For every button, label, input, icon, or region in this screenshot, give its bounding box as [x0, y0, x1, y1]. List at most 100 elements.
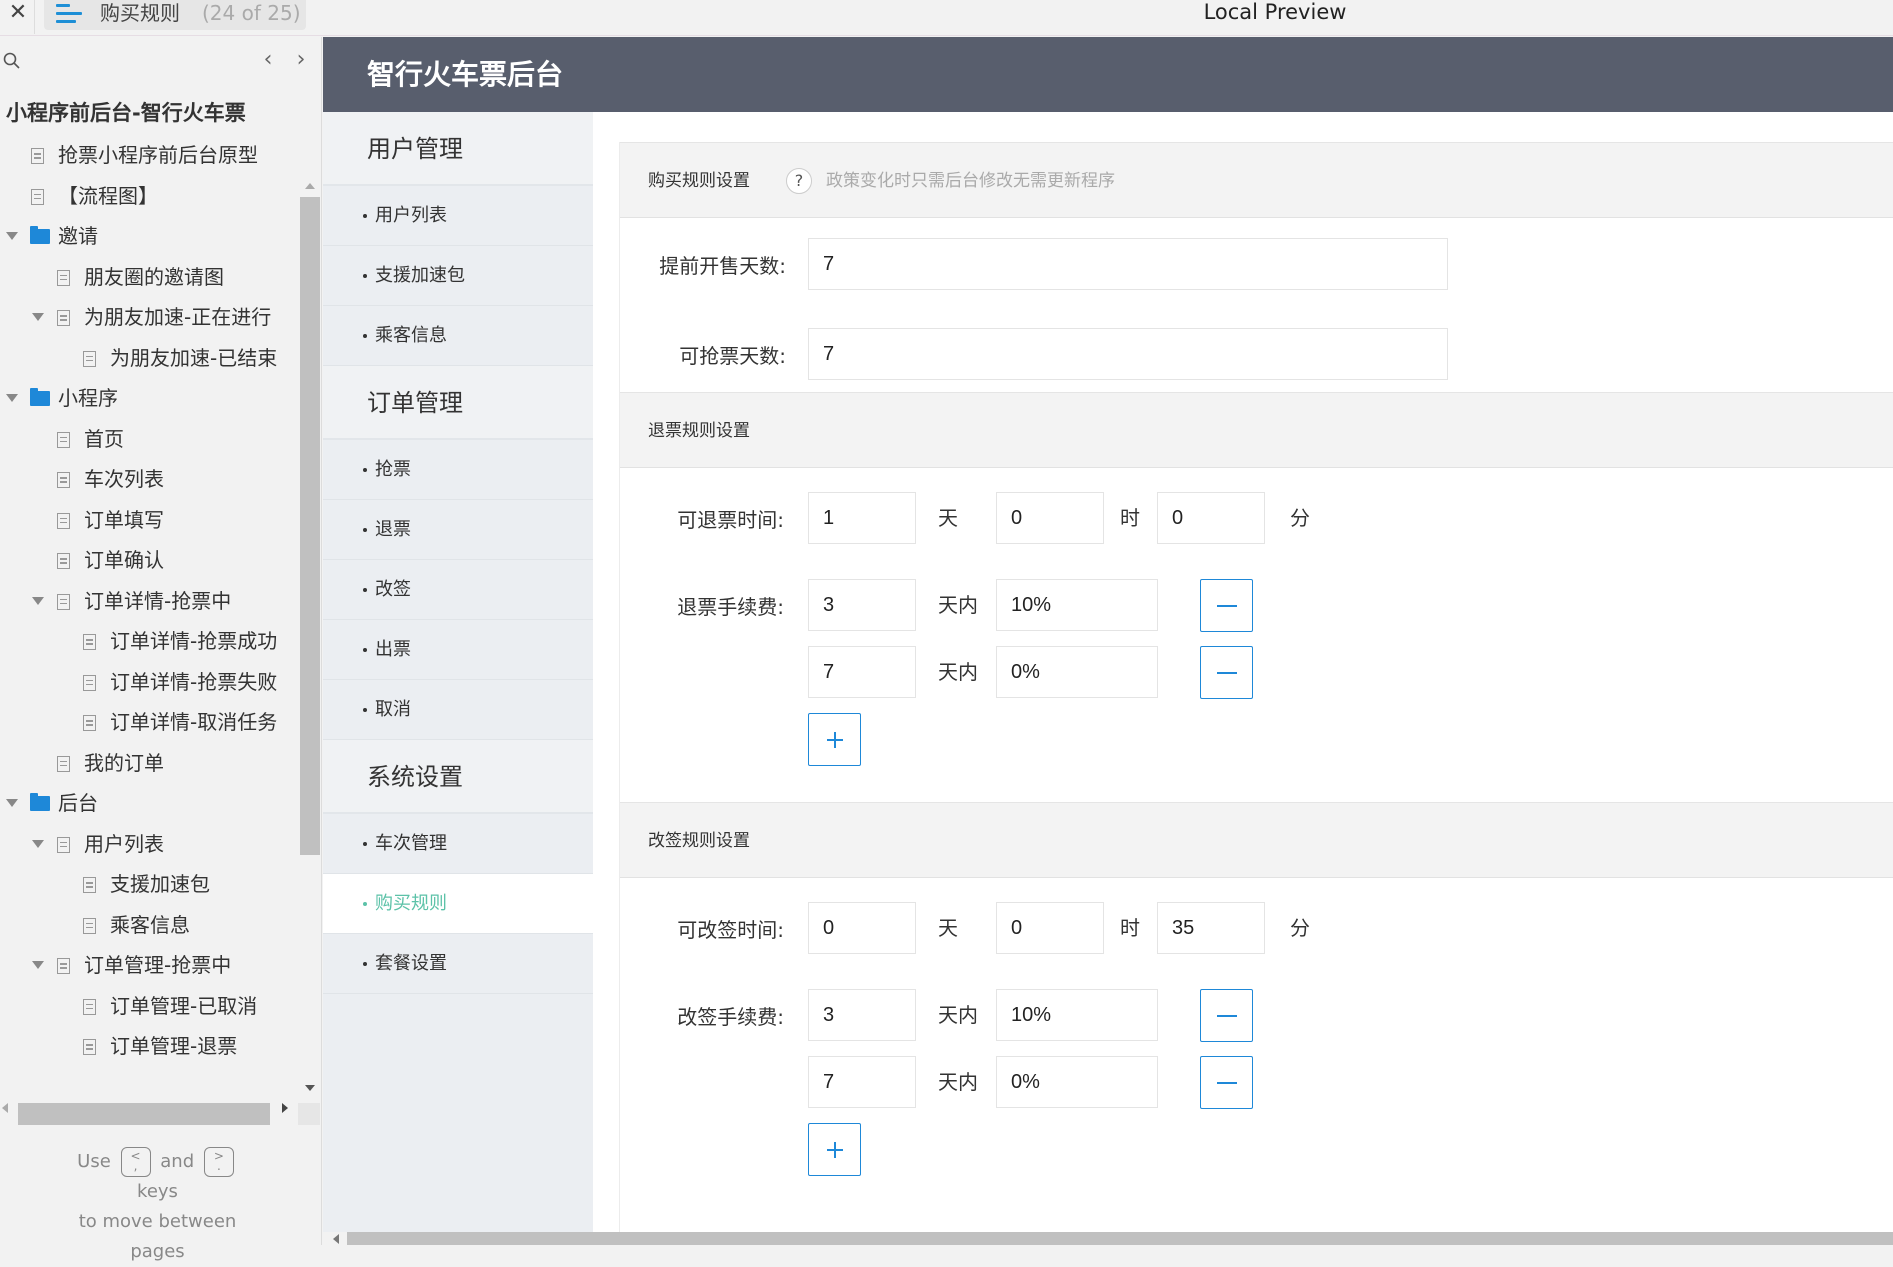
scrollbar-thumb[interactable] [347, 1232, 1893, 1245]
page-icon [57, 836, 70, 853]
tree-item[interactable]: 我的订单 [0, 743, 300, 784]
bullet-icon [363, 962, 367, 966]
refund-fee-percent-input[interactable]: 0% [996, 646, 1158, 698]
caret-down-icon[interactable] [6, 394, 18, 402]
caret-down-icon[interactable] [32, 596, 44, 605]
refund-hours-input[interactable]: 0 [996, 492, 1104, 544]
help-text: 政策变化时只需后台修改无需更新程序 [826, 171, 1115, 191]
change-days-input[interactable]: 0 [808, 902, 916, 954]
bullet-icon [363, 528, 367, 532]
tree-item[interactable]: 支援加速包 [0, 864, 300, 905]
nav-item-label: 退票 [375, 519, 411, 540]
nav-item[interactable]: 出票 [323, 620, 593, 680]
tree-item[interactable]: 用户列表 [0, 824, 300, 865]
tree-item[interactable]: 订单填写 [0, 500, 300, 541]
tree-item[interactable]: 朋友圈的邀请图 [0, 257, 300, 298]
tree-item[interactable]: 后台 [0, 783, 300, 824]
tree-item[interactable]: 订单确认 [0, 540, 300, 581]
tree-item[interactable]: 为朋友加速-已结束 [0, 338, 300, 379]
page-icon [57, 755, 70, 772]
nav-item[interactable]: 套餐设置 [323, 934, 593, 994]
page-icon [83, 1039, 96, 1055]
nav-group-title: 系统设置 [323, 740, 593, 814]
nav-item[interactable]: 取消 [323, 680, 593, 740]
scroll-up-arrow-icon[interactable] [305, 183, 315, 189]
caret-down-icon[interactable] [32, 313, 44, 321]
tree-item[interactable]: 为朋友加速-正在进行 [0, 297, 300, 338]
change-fee-percent-input[interactable]: 0% [996, 1056, 1158, 1108]
caret-down-icon[interactable] [6, 232, 18, 240]
tree-item[interactable]: 抢票小程序前后台原型 [0, 135, 300, 176]
add-fee-rule-button[interactable] [808, 713, 861, 766]
nav-item[interactable]: 车次管理 [323, 814, 593, 874]
refund-days-input[interactable]: 1 [808, 492, 916, 544]
change-fee-days-input[interactable]: 7 [808, 1056, 916, 1108]
remove-fee-rule-button[interactable] [1200, 989, 1253, 1042]
remove-fee-rule-button[interactable] [1200, 646, 1253, 699]
grab-days-input[interactable]: 7 [808, 328, 1448, 380]
change-hours-input[interactable]: 0 [996, 902, 1104, 954]
close-icon[interactable]: ✕ [6, 0, 30, 30]
tree-item[interactable]: 邀请 [0, 216, 300, 257]
help-icon[interactable]: ? [786, 168, 812, 194]
bullet-icon [363, 214, 367, 218]
nav-item-label: 购买规则 [375, 893, 447, 914]
refund-fee-days-input[interactable]: 3 [808, 579, 916, 631]
tree-item[interactable]: 小程序 [0, 378, 300, 419]
page-icon [83, 998, 96, 1015]
scroll-right-arrow-icon[interactable] [282, 1103, 288, 1113]
nav-item[interactable]: 抢票 [323, 440, 593, 500]
page-icon [83, 634, 96, 650]
caret-down-icon[interactable] [6, 799, 18, 807]
tree-item-label: 订单详情-抢票中 [84, 588, 232, 613]
tree-item[interactable]: 订单详情-抢票中 [0, 581, 300, 622]
menu-icon[interactable] [56, 4, 82, 24]
tree-item[interactable]: 订单详情-抢票成功 [0, 621, 300, 662]
nav-item[interactable]: 购买规则 [323, 874, 593, 934]
hour-unit: 时 [1120, 506, 1140, 530]
prev-page-button[interactable]: ‹ [258, 47, 278, 72]
nav-item[interactable]: 退票 [323, 500, 593, 560]
search-icon[interactable] [2, 51, 22, 71]
current-page-tab[interactable]: 购买规则 (24 of 25) [44, 0, 306, 30]
refund-fee-days-input[interactable]: 7 [808, 646, 916, 698]
presale-days-input[interactable]: 7 [808, 238, 1448, 290]
remove-fee-rule-button[interactable] [1200, 579, 1253, 632]
tree-vertical-scrollbar[interactable] [300, 135, 321, 1097]
tree-item-label: 订单详情-抢票成功 [110, 629, 278, 653]
tree-item[interactable]: 乘客信息 [0, 905, 300, 946]
nav-item[interactable]: 改签 [323, 560, 593, 620]
scroll-left-arrow-icon[interactable] [2, 1103, 8, 1113]
tree-item[interactable]: 订单管理-已取消 [0, 986, 300, 1027]
tree-item[interactable]: 订单管理-抢票中 [0, 945, 300, 986]
scroll-down-arrow-icon[interactable] [305, 1085, 315, 1091]
scrollbar-thumb[interactable] [18, 1103, 270, 1125]
tree-item[interactable]: 车次列表 [0, 459, 300, 500]
tree-item-label: 订单确认 [84, 548, 164, 572]
caret-down-icon[interactable] [32, 961, 44, 969]
preview-horizontal-scrollbar[interactable] [323, 1232, 1893, 1245]
remove-fee-rule-button[interactable] [1200, 1056, 1253, 1109]
nav-item[interactable]: 乘客信息 [323, 306, 593, 366]
tree-item[interactable]: 订单管理-退票 [0, 1026, 300, 1067]
tree-horizontal-scrollbar[interactable] [0, 1097, 322, 1125]
change-fee-percent-input[interactable]: 10% [996, 989, 1158, 1041]
refund-fee-percent-input[interactable]: 10% [996, 579, 1158, 631]
caret-down-icon[interactable] [32, 839, 44, 848]
tree-item[interactable]: 【流程图】 [0, 176, 300, 217]
tree-item[interactable]: 订单详情-抢票失败 [0, 662, 300, 703]
change-minutes-input[interactable]: 35 [1157, 902, 1265, 954]
scroll-left-arrow-icon[interactable] [333, 1234, 339, 1244]
scrollbar-thumb[interactable] [300, 197, 320, 855]
tree-item[interactable]: 订单详情-取消任务 [0, 702, 300, 743]
tree-item[interactable]: 首页 [0, 419, 300, 460]
purchase-rules-header: 购买规则设置 ? 政策变化时只需后台修改无需更新程序 [620, 142, 1893, 218]
change-fee-days-input[interactable]: 3 [808, 989, 916, 1041]
refund-minutes-input[interactable]: 0 [1157, 492, 1265, 544]
nav-item[interactable]: 用户列表 [323, 186, 593, 246]
next-page-button[interactable]: › [291, 47, 311, 72]
add-fee-rule-button[interactable] [808, 1123, 861, 1176]
bullet-icon [363, 588, 367, 592]
nav-item[interactable]: 支援加速包 [323, 246, 593, 306]
within-days-unit: 天内 [938, 1003, 978, 1027]
